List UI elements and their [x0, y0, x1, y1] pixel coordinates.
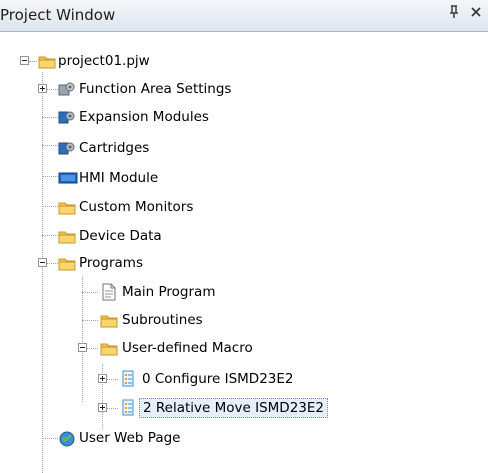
tree-item-hmi-module[interactable]: HMI Module [79, 169, 158, 187]
project-tree[interactable]: project01.pjw Function Area Settings Exp… [0, 32, 488, 473]
tree-item-configure-ismd23e2[interactable]: 0 Configure ISMD23E2 [142, 370, 294, 388]
tree-line-root [42, 72, 43, 473]
gear-module-icon [58, 140, 76, 156]
tree-item-user-web-page[interactable]: User Web Page [79, 429, 180, 447]
tree-item-project-root[interactable]: project01.pjw [58, 52, 150, 70]
folder-icon [100, 312, 118, 328]
tree-item-function-area-settings[interactable]: Function Area Settings [79, 80, 231, 98]
expander-configure-ismd23e2[interactable] [98, 374, 107, 383]
expander-function-area-settings[interactable] [38, 84, 47, 93]
folder-icon [100, 340, 118, 356]
tree-hline [42, 145, 58, 146]
tree-hline [42, 176, 58, 177]
tree-hline [42, 206, 58, 207]
tree-hline [42, 117, 58, 118]
expander-user-defined-macro-collapse[interactable] [78, 343, 87, 352]
tree-hline [29, 61, 37, 62]
tree-item-programs[interactable]: Programs [79, 254, 143, 272]
window-title: Project Window [0, 6, 116, 24]
tree-item-user-defined-macro[interactable]: User-defined Macro [122, 339, 253, 357]
pin-icon[interactable] [446, 5, 462, 25]
globe-icon [58, 430, 76, 447]
tree-item-subroutines[interactable]: Subroutines [122, 311, 203, 329]
folder-icon [58, 199, 76, 215]
folder-icon [58, 255, 76, 271]
tree-item-relative-move-ismd23e2[interactable]: 2 Relative Move ISMD23E2 [139, 398, 328, 418]
tree-item-device-data[interactable]: Device Data [79, 227, 162, 245]
tree-hline [82, 320, 98, 321]
macro-list-icon [120, 370, 138, 387]
folder-icon [38, 53, 56, 69]
gear-module-icon [58, 109, 76, 125]
settings-gears-icon [58, 81, 76, 97]
close-icon[interactable] [468, 5, 484, 25]
tree-hline [42, 438, 58, 439]
tree-item-cartridges[interactable]: Cartridges [79, 139, 149, 157]
tree-item-custom-monitors[interactable]: Custom Monitors [79, 198, 193, 216]
folder-icon [58, 228, 76, 244]
hmi-display-icon [58, 170, 78, 186]
expander-programs-collapse[interactable] [38, 258, 47, 267]
tree-line-programs [82, 277, 83, 402]
close-glyph-icon [471, 7, 481, 17]
tree-item-expansion-modules[interactable]: Expansion Modules [79, 108, 209, 126]
expander-root-collapse[interactable] [20, 56, 29, 65]
tree-hline [82, 292, 98, 293]
expander-relative-move-ismd23e2[interactable] [98, 403, 107, 412]
macro-list-icon [120, 399, 138, 416]
document-icon [100, 283, 118, 301]
tree-hline [42, 235, 58, 236]
pin-glyph-icon [450, 5, 458, 18]
project-window-titlebar: Project Window [0, 0, 488, 32]
tree-item-main-program[interactable]: Main Program [122, 283, 215, 301]
